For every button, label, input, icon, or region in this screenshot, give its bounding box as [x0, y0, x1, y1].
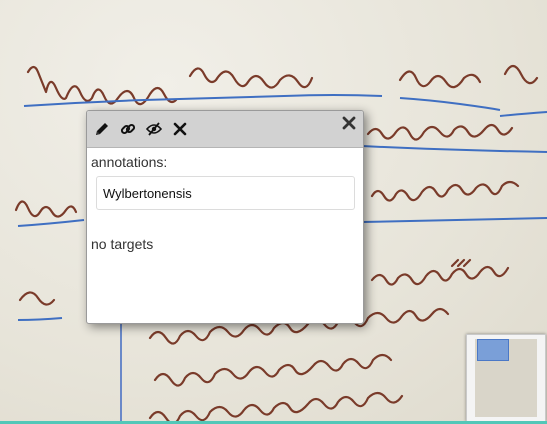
annotations-label: annotations:	[91, 154, 168, 170]
close-popup-button[interactable]	[341, 115, 357, 131]
delete-button[interactable]	[171, 120, 189, 138]
link-button[interactable]	[119, 120, 137, 138]
popup-toolbar	[87, 111, 363, 148]
annotation-text-box[interactable]: Wylbertonensis	[96, 176, 355, 210]
navigator-viewport-indicator[interactable]	[477, 339, 509, 361]
hide-button[interactable]	[145, 120, 163, 138]
eye-slash-icon	[146, 122, 162, 136]
close-icon	[342, 116, 356, 130]
popup-body: annotations: Wylbertonensis no targets	[87, 148, 363, 258]
edit-button[interactable]	[93, 120, 111, 138]
annotation-text: Wylbertonensis	[103, 185, 192, 201]
annotation-popup: annotations: Wylbertonensis no targets	[86, 110, 364, 324]
overview-navigator[interactable]	[466, 334, 546, 422]
targets-status: no targets	[91, 236, 154, 252]
link-icon	[120, 123, 136, 135]
pencil-icon	[96, 123, 108, 135]
x-icon	[173, 122, 187, 136]
